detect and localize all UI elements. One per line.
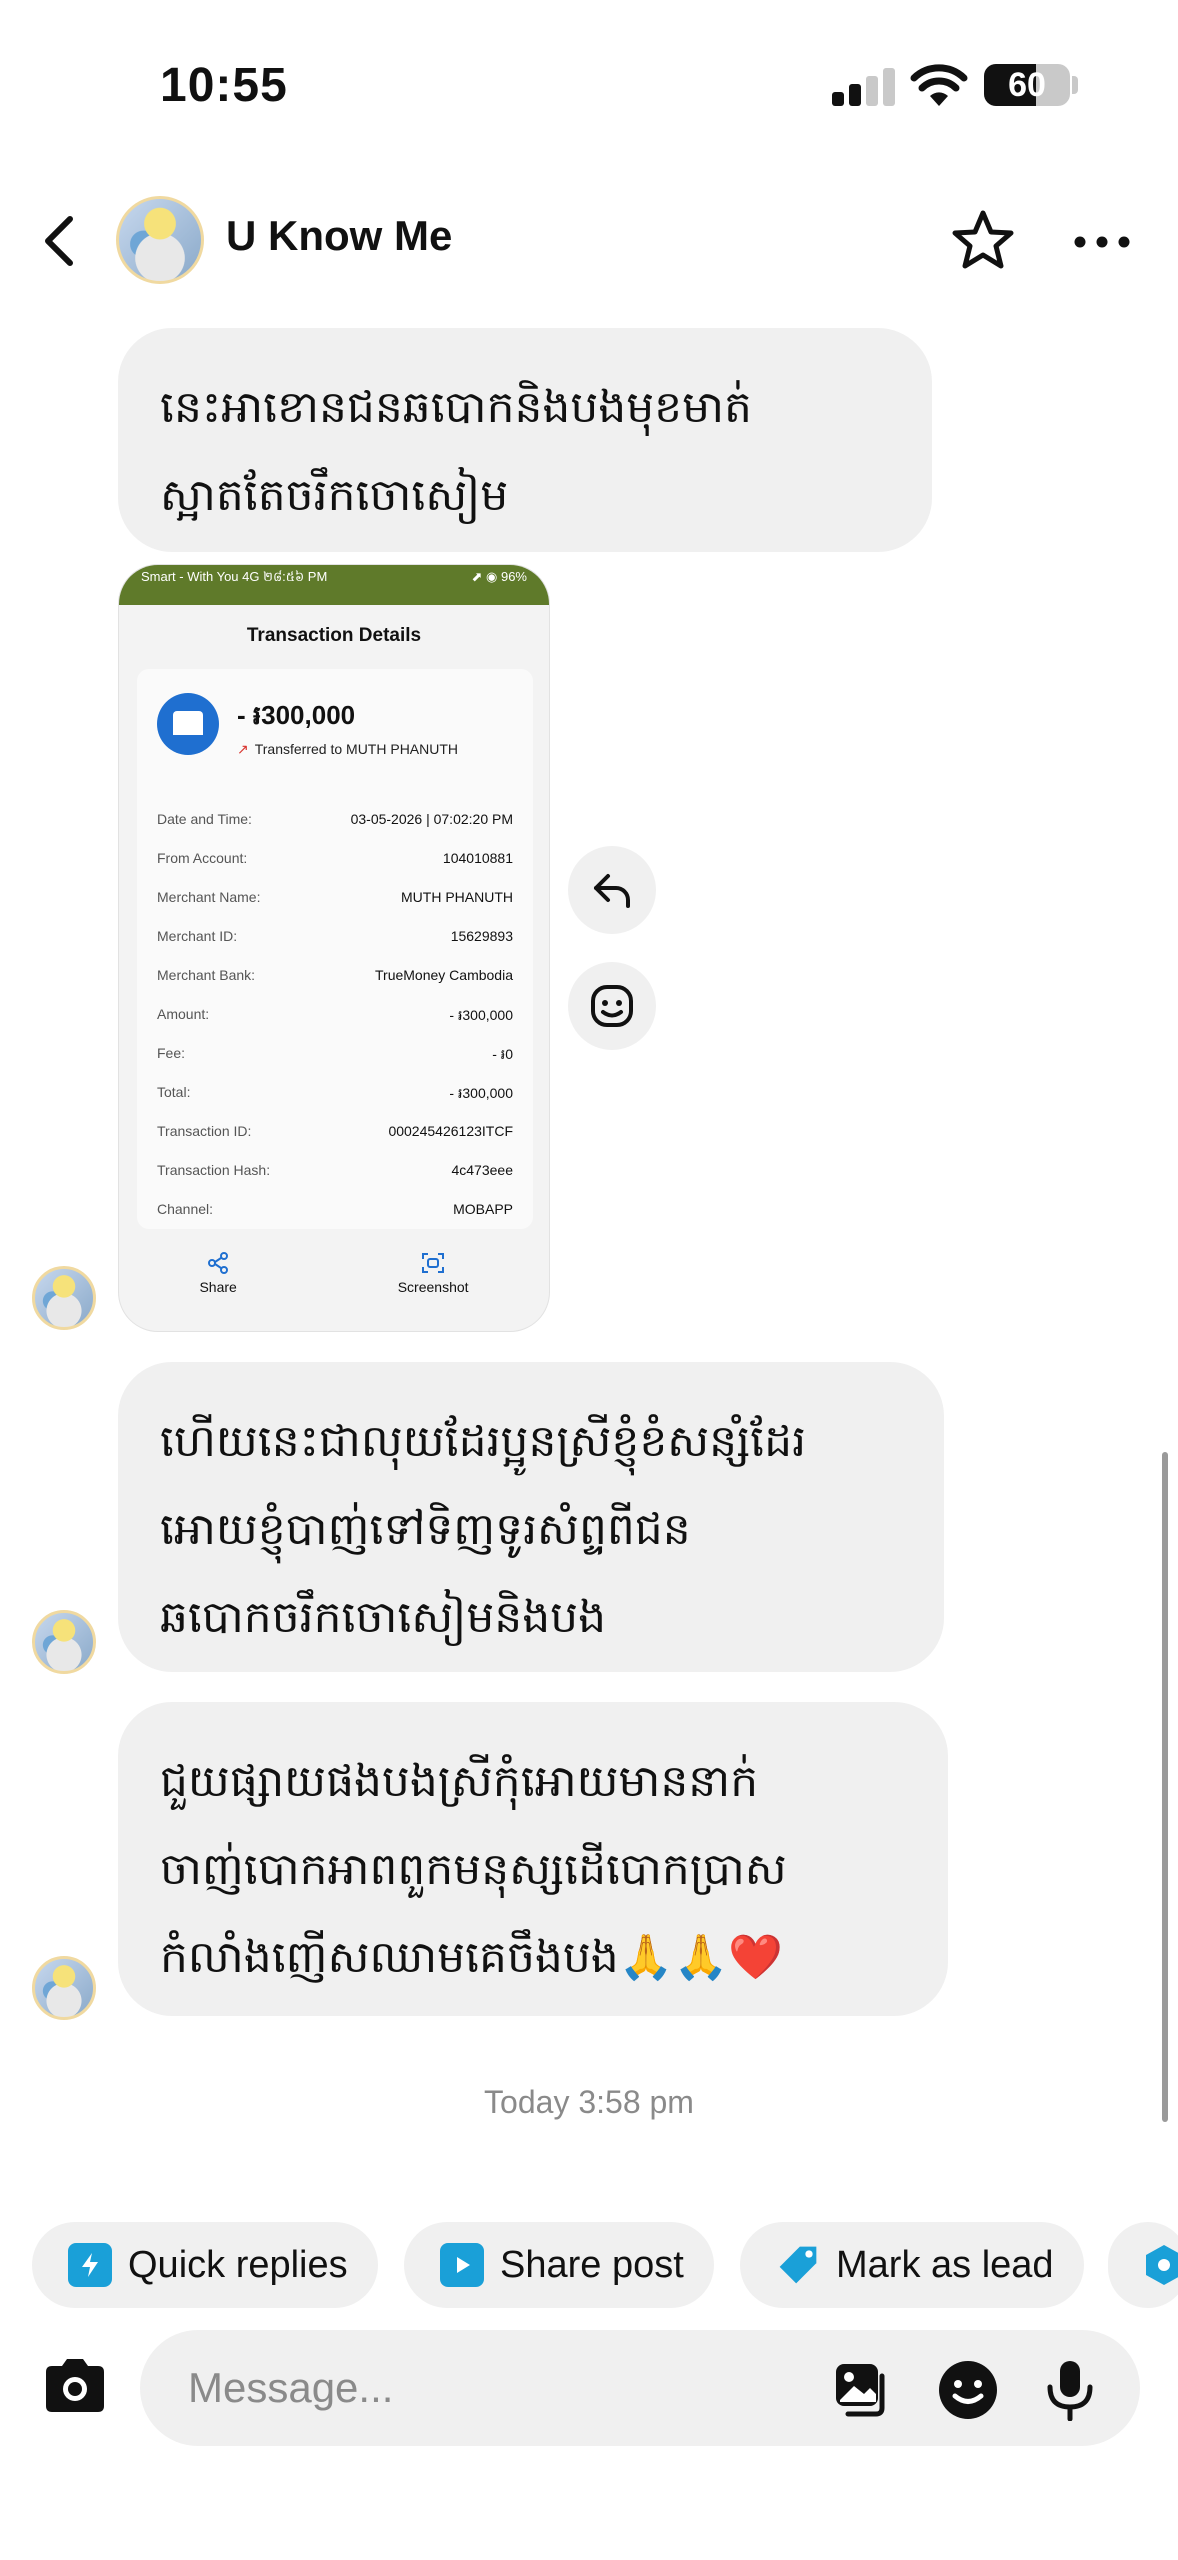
receipt-row-label: Merchant Bank: [157,967,256,983]
status-time: 10:55 [160,59,288,112]
reply-arrow-icon [594,874,630,908]
receipt-row: From Account: 104010881 [157,850,513,866]
truemoney-logo-icon [157,693,219,755]
reply-button[interactable] [568,846,656,934]
tag-icon [776,2243,820,2287]
message-timestamp: Today 3:58 pm [484,2084,694,2120]
receipt-title: Transaction Details [246,625,422,646]
arrow-up-right-icon: ↗ [237,741,249,757]
receipt-row: Fee: - ៛0 [157,1045,513,1066]
receipt-row-label: Total: [157,1084,191,1100]
hexagon-icon [1144,2243,1178,2287]
receipt-row-value: 03-05-2026 | 07:02:20 PM [350,811,513,827]
receipt-row: Transaction Hash: 4c473eee [157,1162,513,1178]
receipt-row-value: - ៛0 [492,1046,513,1062]
message-text: នេះអាខោនជនឆបោកនិងបងមុខមាត់ស្អាតតែចរឹកចោស… [160,382,752,521]
receipt-status-bar: Smart - With You 4G ២៨:៥៦ PM ⬈ ◉ 96% [119,565,549,605]
contact-name[interactable]: U Know Me [226,212,452,260]
receipt-row-value: MUTH PHANUTH [401,889,513,905]
receipt-row-value: 15629893 [450,928,513,944]
receipt-row: Total: - ៛300,000 [157,1084,513,1105]
receipt-row-value: MOBAPP [453,1201,513,1217]
share-icon [208,1252,229,1274]
quick-replies-button[interactable]: Quick replies [32,2222,378,2308]
message-bubble[interactable]: ហើយនេះជាលុយដែរប្អូនស្រីខ្ញុំខំសន្សំដែរអោ… [118,1362,944,1672]
more-options-icon[interactable] [1072,222,1132,262]
receipt-recipient: ↗ Transferred to MUTH PHANUTH [237,741,459,757]
message-composer [140,2330,1140,2446]
cellular-signal-icon [832,68,895,106]
receipt-row-value: - ៛300,000 [449,1085,513,1101]
receipt-row: Merchant ID: 15629893 [157,928,513,944]
share-post-button[interactable]: Share post [404,2222,714,2308]
receipt-row: Merchant Name: MUTH PHANUTH [157,889,513,905]
sender-avatar[interactable] [32,1610,96,1674]
receipt-row-label: Merchant Name: [157,889,261,905]
gallery-icon [836,2364,885,2417]
receipt-row: Channel: MOBAPP [157,1201,513,1217]
screenshot-icon [422,1253,445,1273]
receipt-card: - ៛300,000 ↗ Transferred to MUTH PHANUTH … [137,669,533,1229]
receipt-actions: Share Screenshot [119,1251,549,1295]
scrollbar[interactable] [1162,1452,1168,2122]
message-bubble[interactable]: នេះអាខោនជនឆបោកនិងបងមុខមាត់ស្អាតតែចរឹកចោស… [118,328,932,552]
voice-button[interactable] [1038,2358,1102,2422]
wifi-icon [910,64,968,106]
contact-avatar[interactable] [116,196,204,284]
battery-tip [1072,76,1078,94]
sender-avatar[interactable] [32,1956,96,2020]
receipt-row-label: Amount: [157,1006,210,1022]
receipt-row: Transaction ID: 000245426123ITCF [157,1123,513,1139]
battery-level: 60 [1008,66,1046,104]
camera-icon[interactable] [40,2356,110,2416]
sender-avatar[interactable] [32,1266,96,1330]
receipt-row-value: 104010881 [442,850,513,866]
receipt-screenshot: Screenshot [398,1251,469,1295]
receipt-row-value: 000245426123ITCF [388,1123,513,1139]
lightning-icon [68,2243,112,2287]
message-text: ហើយនេះជាលុយដែរប្អូនស្រីខ្ញុំខំសន្សំដែរអោ… [160,1416,807,1643]
receipt-row-label: From Account: [157,850,248,866]
receipt-row-value: TrueMoney Cambodia [375,967,513,983]
more-actions-chip[interactable] [1108,2222,1178,2308]
receipt-row-label: Fee: [157,1045,186,1061]
receipt-amount: - ៛300,000 [237,700,356,730]
receipt-row-label: Transaction ID: [157,1123,252,1139]
message-bubble[interactable]: ជួយផ្សាយផងបងស្រីកុំអោយមាននាក់ចាញ់បោកអាពព… [118,1702,948,2016]
receipt-row: Merchant Bank: TrueMoney Cambodia [157,967,513,983]
receipt-row-label: Channel: [157,1201,214,1217]
sticker-icon [939,2361,997,2419]
receipt-share: Share [199,1251,237,1295]
react-button[interactable] [568,962,656,1050]
receipt-row: Amount: - ៛300,000 [157,1006,513,1027]
receipt-row-label: Merchant ID: [157,928,238,944]
chevron-left-icon [45,216,73,266]
receipt-row-value: - ៛300,000 [449,1007,513,1023]
gallery-button[interactable] [830,2358,894,2422]
message-text: ជួយផ្សាយផងបងស្រីកុំអោយមាននាក់ចាញ់បោកអាពព… [160,1756,787,1983]
smiley-sticker-icon [591,985,633,1027]
receipt-row: Date and Time: 03-05-2026 | 07:02:20 PM [157,811,513,827]
mark-as-lead-button[interactable]: Mark as lead [740,2222,1084,2308]
receipt-row-value: 4c473eee [451,1162,513,1178]
message-input[interactable] [188,2358,708,2418]
receipt-row-label: Date and Time: [157,811,252,827]
back-button[interactable] [34,208,84,274]
play-icon [440,2243,484,2287]
battery-icon: 60 [984,64,1070,106]
star-icon[interactable] [950,208,1016,274]
message-image-transaction-receipt[interactable]: Smart - With You 4G ២៨:៥៦ PM ⬈ ◉ 96% Tra… [118,564,550,1332]
sticker-button[interactable] [936,2358,1000,2422]
receipt-row-label: Transaction Hash: [157,1162,271,1178]
microphone-icon [1047,2361,1093,2421]
